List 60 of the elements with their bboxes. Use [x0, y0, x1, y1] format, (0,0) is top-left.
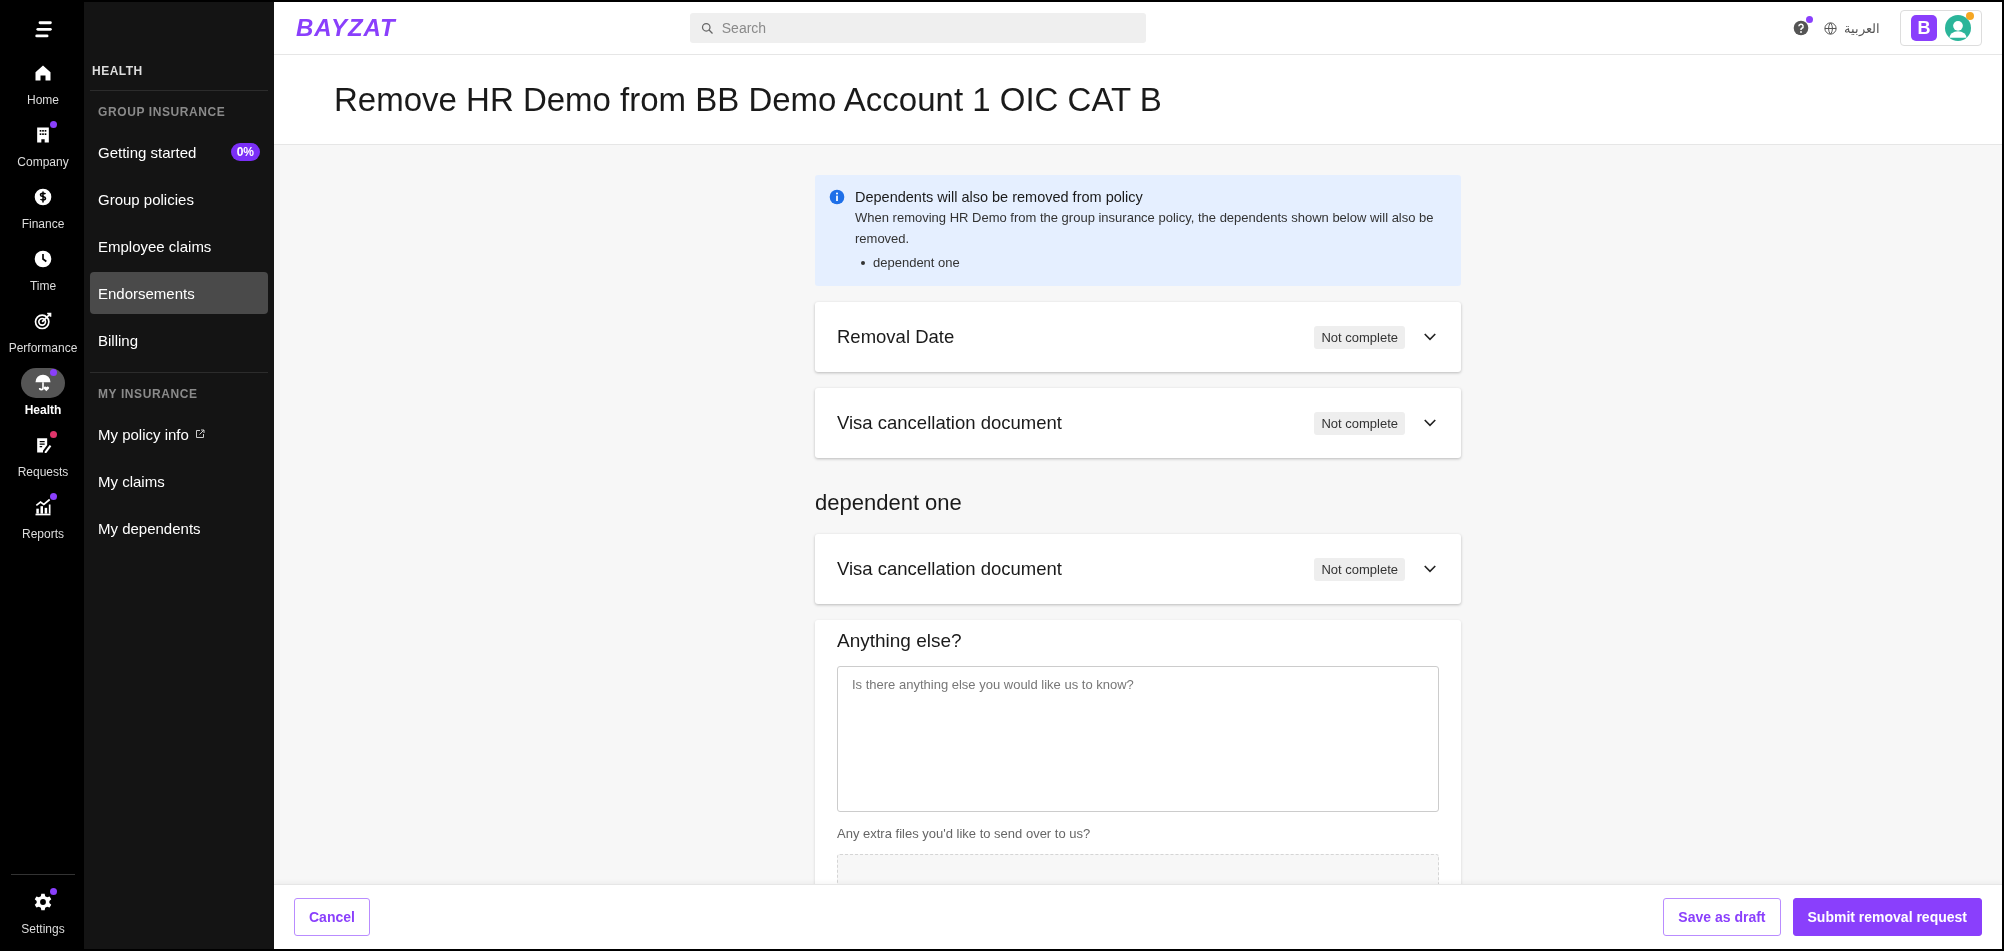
sidebar-item[interactable]: Getting started 0%	[90, 131, 268, 173]
logo[interactable]: BAYZAT	[296, 14, 396, 42]
field-label: Any extra files you'd like to send over to us?	[837, 826, 1092, 841]
accordion-card[interactable]: Visa cancellation document Not complete	[815, 388, 1461, 458]
search-icon	[699, 21, 715, 36]
cancel-button[interactable]: Cancel	[294, 898, 370, 936]
settings-icon	[33, 892, 53, 912]
status-tag: Not complete	[1314, 325, 1405, 349]
home-icon	[33, 63, 53, 83]
group-heading: MY INSURANCE	[97, 387, 199, 403]
section-title: HEALTH	[91, 63, 144, 80]
sidebar-item[interactable]: My policy info	[90, 413, 268, 455]
nav-item[interactable]: Home	[3, 54, 83, 116]
sidebar-item[interactable]: Group policies	[90, 178, 268, 220]
search-field[interactable]: Search	[689, 13, 1146, 43]
nav-item[interactable]: Reports	[3, 488, 83, 550]
target-icon	[33, 311, 53, 331]
umbrella-heart-icon	[33, 373, 53, 393]
bar-chart-icon	[33, 497, 53, 517]
company-logo: B	[1911, 15, 1937, 41]
card-title: Visa cancellation document	[837, 558, 1063, 580]
card-title: Visa cancellation document	[837, 412, 1063, 434]
dependent-name: dependent one	[873, 254, 960, 272]
globe-icon	[1823, 20, 1838, 36]
comment-field[interactable]: Is there anything else you would like us to know?	[837, 666, 1439, 812]
card-title: Anything else?	[837, 630, 963, 652]
dollar-icon	[33, 187, 53, 207]
submit-button[interactable]: Submit removal request	[1792, 898, 1982, 936]
sidebar-item[interactable]: My claims	[90, 460, 268, 502]
sidebar-item[interactable]: My dependents	[90, 507, 268, 549]
clock-icon	[33, 249, 53, 269]
banner-title: Dependents will also be removed from policy	[855, 189, 1144, 205]
account-switcher[interactable]: B	[1900, 10, 1982, 46]
status-tag: Not complete	[1314, 557, 1405, 581]
language-link[interactable]: العربية	[1823, 20, 1880, 36]
bullet-icon	[861, 261, 865, 265]
nav-item[interactable]: Settings	[11, 883, 75, 945]
nav-item[interactable]: Health	[3, 364, 83, 426]
nav-item[interactable]: Performance	[3, 302, 83, 364]
section-heading: dependent one	[815, 490, 963, 516]
accordion-card[interactable]: Visa cancellation document Not complete	[815, 534, 1461, 604]
group-heading: GROUP INSURANCE	[97, 105, 227, 121]
card-title: Removal Date	[837, 326, 956, 348]
accordion-card[interactable]: Removal Date Not complete	[815, 302, 1461, 372]
help-icon[interactable]	[1793, 20, 1809, 36]
sidebar-item[interactable]: Employee claims	[90, 225, 268, 267]
status-tag: Not complete	[1314, 411, 1405, 435]
banner-text: When removing HR Demo from the group insurance policy, the dependents shown below will also be removed.	[855, 209, 1435, 248]
sidebar-item[interactable]: Billing	[90, 319, 268, 361]
menu-icon[interactable]	[32, 18, 54, 40]
sidebar-item[interactable]: Endorsements	[90, 272, 268, 314]
avatar-icon	[1945, 15, 1971, 41]
nav-item[interactable]: Finance	[3, 178, 83, 240]
progress-badge: 0%	[230, 143, 260, 161]
page-title: Remove HR Demo from BB Demo Account 1 OIC CAT B	[334, 80, 1162, 119]
nav-item[interactable]: Time	[3, 240, 83, 302]
nav-item[interactable]: Company	[3, 116, 83, 178]
info-icon	[829, 189, 845, 205]
nav-item[interactable]: Requests	[3, 426, 83, 488]
save-draft-button[interactable]: Save as draft	[1663, 898, 1781, 936]
